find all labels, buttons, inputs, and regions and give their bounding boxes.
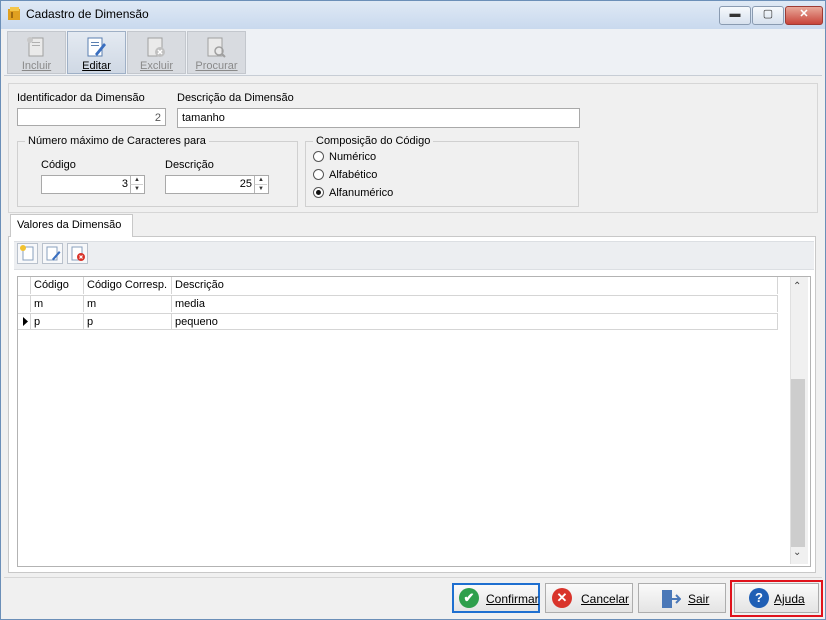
option-alfanumerico-label: Alfanumérico	[329, 187, 394, 199]
descricao-stepper[interactable]: 25 ▲ ▼	[165, 175, 269, 194]
column-header-codigo-corresp[interactable]: Código Corresp.	[84, 277, 172, 294]
new-document-icon	[24, 35, 48, 59]
composicao-title: Composição do Código	[313, 135, 434, 147]
desc-field[interactable]: tamanho	[177, 108, 580, 128]
table-cell[interactable]: pequeno	[172, 313, 778, 330]
excluir-label: Excluir	[139, 60, 173, 72]
delete-document-icon	[71, 246, 85, 261]
close-button[interactable]: ✕	[785, 6, 823, 25]
codigo-stepper[interactable]: 3 ▲ ▼	[41, 175, 145, 194]
table-cell[interactable]: m	[31, 295, 84, 312]
current-row-arrow-icon	[23, 317, 28, 326]
incluir-label: Incluir	[21, 60, 52, 72]
edit-document-icon	[46, 246, 61, 261]
radio-alfabetico[interactable]	[313, 169, 324, 180]
exit-door-icon	[659, 588, 682, 613]
radio-alfanumerico[interactable]	[313, 187, 324, 198]
confirmar-label: Confirmar	[486, 592, 539, 606]
maximize-button[interactable]: ▢	[752, 6, 784, 25]
maxchars-title: Número máximo de Caracteres para	[25, 135, 209, 147]
row-indicator	[18, 313, 31, 330]
ajuda-label: Ajuda	[774, 592, 805, 606]
table-cell[interactable]: p	[31, 313, 84, 330]
sair-label: Sair	[688, 592, 710, 606]
delete-document-icon	[144, 35, 168, 59]
table-cell[interactable]: media	[172, 295, 778, 312]
search-document-icon	[204, 35, 228, 59]
edit-document-icon	[84, 35, 108, 59]
tab-valores-label: Valores da Dimensão	[17, 219, 122, 231]
desc-label: Descrição da Dimensão	[177, 92, 294, 104]
add-value-button[interactable]	[17, 243, 38, 264]
row-indicator-header	[18, 277, 31, 294]
procurar-button[interactable]: Procurar	[187, 31, 246, 74]
minimize-button[interactable]: ▬	[719, 6, 751, 25]
codigo-label: Código	[41, 159, 76, 171]
descricao-value: 25	[239, 178, 252, 190]
column-header-codigo[interactable]: Código	[31, 277, 84, 294]
values-toolbar	[14, 241, 814, 270]
option-numerico-label: Numérico	[329, 151, 377, 163]
cancelar-label: Cancelar	[581, 592, 630, 606]
scroll-up-icon[interactable]: ⌃	[793, 281, 801, 292]
id-field[interactable]: 2	[17, 108, 166, 126]
arrow-up-icon[interactable]: ▲	[254, 176, 267, 184]
app-icon	[6, 6, 22, 22]
radio-numerico[interactable]	[313, 151, 324, 162]
excluir-button[interactable]: Excluir	[127, 31, 186, 74]
arrow-down-icon[interactable]: ▼	[254, 184, 267, 193]
maxchars-group	[17, 141, 298, 207]
row-indicator	[18, 295, 31, 312]
ajuda-button[interactable]: ? Ajuda	[734, 583, 819, 613]
table-cell[interactable]: m	[84, 295, 172, 312]
descricao-label: Descrição	[165, 159, 214, 171]
cancelar-button[interactable]: ✕ Cancelar	[545, 583, 633, 613]
edit-value-button[interactable]	[42, 243, 63, 264]
scroll-down-icon[interactable]: ⌄	[793, 547, 801, 558]
id-label: Identificador da Dimensão	[17, 92, 145, 104]
window-title: Cadastro de Dimensão	[26, 7, 149, 21]
codigo-value: 3	[121, 178, 128, 190]
option-alfabetico-label: Alfabético	[329, 169, 378, 181]
cancel-icon: ✕	[552, 588, 572, 608]
sair-button[interactable]: Sair	[638, 583, 726, 613]
arrow-down-icon[interactable]: ▼	[130, 184, 143, 193]
editar-label: Editar	[82, 60, 111, 72]
editar-button[interactable]: Editar	[67, 31, 126, 74]
delete-value-button[interactable]	[67, 243, 88, 264]
new-document-icon	[20, 245, 34, 261]
incluir-button[interactable]: Incluir	[7, 31, 66, 74]
help-icon: ?	[749, 588, 769, 608]
check-icon: ✔	[459, 588, 479, 608]
scrollbar-thumb[interactable]	[791, 379, 805, 547]
column-header-descricao[interactable]: Descrição	[172, 277, 778, 294]
arrow-up-icon[interactable]: ▲	[130, 176, 143, 184]
table-cell[interactable]: p	[84, 313, 172, 330]
procurar-label: Procurar	[195, 60, 238, 72]
confirmar-button[interactable]: ✔ Confirmar	[452, 583, 540, 613]
